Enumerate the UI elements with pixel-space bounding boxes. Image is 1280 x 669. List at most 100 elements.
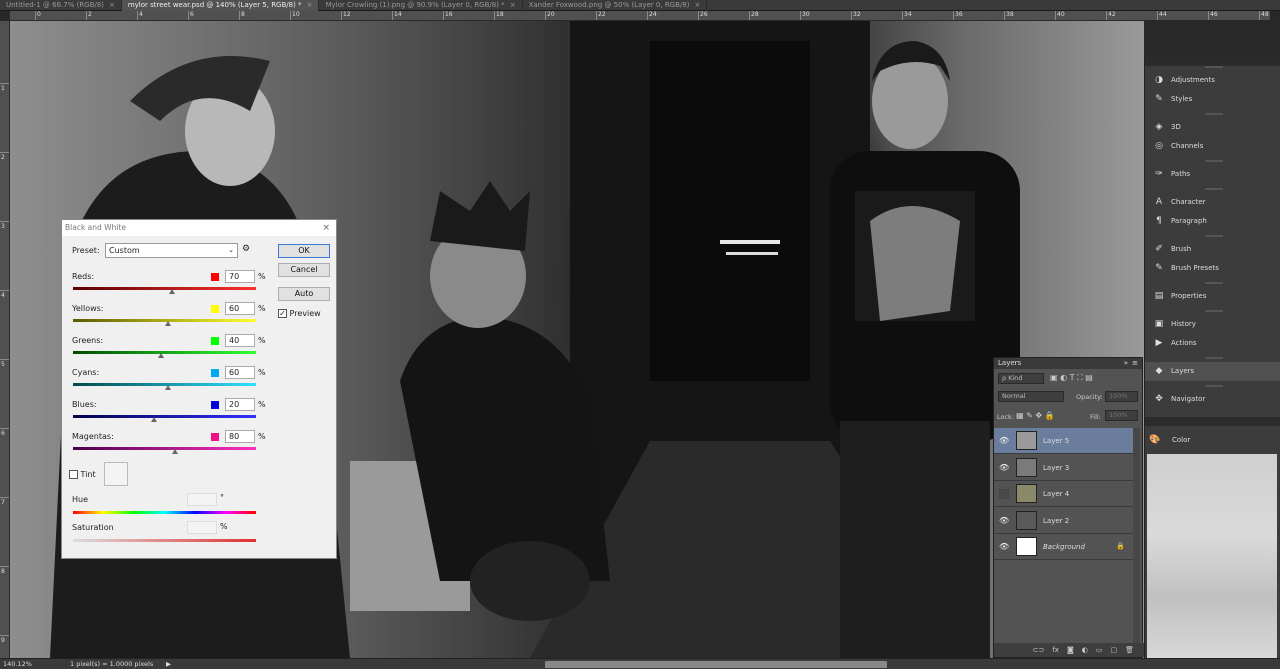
horizontal-ruler[interactable]: 0 2 4 6 8 10 12 14 16 18 20 22 24 26 28 30 32 34 36 38 40 42 4…	[10, 11, 1270, 21]
close-icon[interactable]: ×	[694, 0, 700, 11]
layer-row[interactable]: Layer 4	[994, 481, 1135, 507]
close-icon[interactable]: ×	[322, 220, 330, 236]
preview-option[interactable]: ✓ Preview	[278, 309, 321, 318]
lock-icons[interactable]: ▦ ✎ ✥ 🔒	[1016, 411, 1055, 420]
vertical-ruler[interactable]: 1 2 3 4 5 6 7 8 9	[0, 21, 10, 658]
layers-scrollbar[interactable]	[1133, 428, 1140, 645]
slider-thumb[interactable]	[150, 417, 157, 422]
document-tab[interactable]: mylor street wear.psd @ 140% (Layer 5, R…	[121, 0, 320, 11]
cancel-button[interactable]: Cancel	[278, 263, 330, 277]
preview-checkbox[interactable]: ✓	[278, 309, 287, 318]
link-icon[interactable]: ⊂⊃	[1033, 646, 1045, 654]
ruler-number: 1	[1, 85, 5, 92]
channel-value-input[interactable]: 60	[225, 302, 255, 315]
slider-thumb[interactable]	[157, 353, 164, 358]
tint-checkbox[interactable]	[69, 470, 78, 479]
dock-item-paths[interactable]: ✑ Paths	[1145, 165, 1280, 184]
layer-row[interactable]: 👁 Layer 2	[994, 508, 1135, 534]
dock-item-paragraph[interactable]: ¶ Paragraph	[1145, 212, 1280, 231]
trash-icon[interactable]: 🗑	[1125, 646, 1134, 654]
close-icon[interactable]: ×	[510, 0, 516, 11]
dock-item-label: Paths	[1171, 170, 1191, 178]
layer-row[interactable]: 👁 Layer 3	[994, 455, 1135, 481]
dock-item-adjustments[interactable]: ◑ Adjustments	[1145, 71, 1280, 90]
dock-item-actions[interactable]: ▶ Actions	[1145, 334, 1280, 353]
slider-thumb[interactable]	[165, 321, 172, 326]
eye-icon[interactable]: 👁	[999, 463, 1009, 473]
color-panel-tab[interactable]: 🎨 Color	[1145, 426, 1280, 454]
dock-item-styles[interactable]: ✎ Styles	[1145, 90, 1280, 109]
preview-label: Preview	[289, 309, 321, 318]
slider-thumb[interactable]	[168, 289, 175, 294]
collapse-icon[interactable]: »	[1124, 358, 1128, 369]
ruler-tick	[0, 566, 9, 567]
saturation-input[interactable]	[187, 521, 217, 534]
channel-value-input[interactable]: 80	[225, 430, 255, 443]
filter-icons[interactable]: ▣ ◐ T ⛶ ▤	[1050, 373, 1093, 383]
tab-label: mylor street wear.psd @ 140% (Layer 5, R…	[127, 1, 302, 9]
slider-thumb[interactable]	[172, 449, 179, 454]
color-panel-title: Color	[1172, 436, 1191, 444]
layer-row[interactable]: 👁 Background 🔒	[994, 534, 1135, 560]
ruler-tick	[86, 11, 87, 20]
dock-item-history[interactable]: ▣ History	[1145, 315, 1280, 334]
group-icon[interactable]: ▭	[1096, 646, 1103, 654]
panel-menu-icon[interactable]: ≡	[1132, 358, 1138, 369]
dock-item-navigator[interactable]: ✥ Navigator	[1145, 390, 1280, 409]
layers-panel-tab[interactable]: Layers » ≡	[994, 358, 1142, 369]
saturation-slider[interactable]	[73, 539, 256, 542]
color-panel-header[interactable]	[1145, 417, 1280, 426]
channel-value-input[interactable]: 70	[225, 270, 255, 283]
dock-item-character[interactable]: A Character	[1145, 193, 1280, 212]
auto-button[interactable]: Auto	[278, 287, 330, 301]
blend-mode-select[interactable]: Normal	[998, 391, 1064, 402]
channel-slider[interactable]	[73, 351, 256, 354]
channel-value-input[interactable]: 60	[225, 366, 255, 379]
layer-row[interactable]: 👁 Layer 5	[994, 428, 1135, 454]
tint-color-swatch[interactable]	[104, 462, 128, 486]
gear-icon[interactable]: ⚙	[242, 244, 250, 254]
channel-value-input[interactable]: 20	[225, 398, 255, 411]
document-tab[interactable]: Mylor Crowling (1).png @ 90.9% (Layer 0,…	[319, 0, 523, 11]
ok-button[interactable]: OK	[278, 244, 330, 258]
dock-separator	[1205, 385, 1223, 387]
preset-select[interactable]: Custom ⌄	[105, 243, 238, 258]
opacity-input[interactable]: 100%	[1105, 391, 1138, 402]
fx-icon[interactable]: fx	[1052, 646, 1059, 654]
channel-value-input[interactable]: 40	[225, 334, 255, 347]
dock-item-brush[interactable]: ✐ Brush	[1145, 240, 1280, 259]
zoom-level[interactable]: 140.12%	[3, 659, 32, 669]
channel-slider[interactable]	[73, 447, 256, 450]
dock-item-3d[interactable]: ◈ 3D	[1145, 118, 1280, 137]
channel-slider[interactable]	[73, 287, 256, 290]
channel-slider[interactable]	[73, 415, 256, 418]
fill-input[interactable]: 100%	[1105, 410, 1138, 421]
hue-slider[interactable]	[73, 511, 256, 514]
eye-icon[interactable]: 👁	[999, 516, 1009, 526]
ruler-number: 16	[445, 11, 453, 18]
document-tab[interactable]: Untitled-1 @ 66.7% (RGB/8) ×	[0, 0, 122, 11]
slider-thumb[interactable]	[165, 385, 172, 390]
mask-icon[interactable]: ◙	[1067, 646, 1074, 654]
dock-item-properties[interactable]: ▤ Properties	[1145, 287, 1280, 306]
dock-item-brush-presets[interactable]: ✎ Brush Presets	[1145, 259, 1280, 278]
tint-option[interactable]: Tint	[69, 470, 96, 479]
dock-item-channels[interactable]: ◎ Channels	[1145, 137, 1280, 156]
eye-icon[interactable]: 👁	[999, 436, 1009, 446]
horizontal-scrollbar[interactable]	[545, 661, 887, 668]
close-icon[interactable]: ×	[109, 0, 115, 11]
new-layer-icon[interactable]: ▢	[1110, 646, 1117, 654]
dock-item-layers[interactable]: ◆ Layers	[1145, 362, 1280, 381]
eye-icon[interactable]: 👁	[999, 542, 1009, 552]
hue-input[interactable]	[187, 493, 217, 506]
ruler-number: 4	[139, 11, 143, 18]
document-tab[interactable]: Xander Foxwood.png @ 50% (Layer 0, RGB/8…	[523, 0, 708, 11]
close-icon[interactable]: ×	[307, 0, 313, 11]
status-menu-arrow-icon[interactable]: ▶	[166, 659, 171, 669]
adjustment-layer-icon[interactable]: ◐	[1082, 646, 1088, 654]
hidden-visibility-icon[interactable]	[999, 489, 1009, 499]
chair-cushion	[470, 541, 590, 621]
document-canvas[interactable]: Black and White × Preset: Custom ⌄ ⚙ OK …	[10, 21, 1144, 658]
dock-header[interactable]	[1145, 57, 1280, 66]
filter-kind-select[interactable]: ρ Kind	[998, 373, 1044, 384]
